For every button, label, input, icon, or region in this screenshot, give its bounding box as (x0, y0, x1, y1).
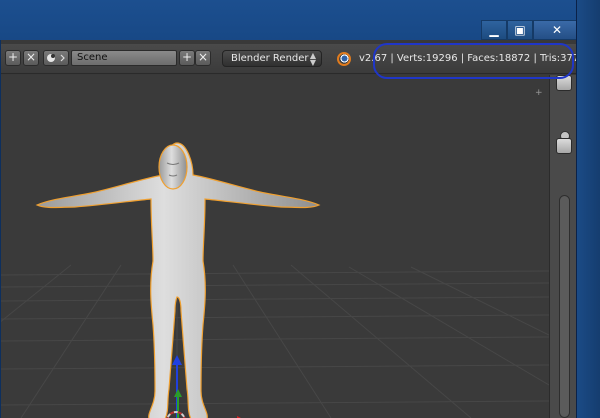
close-icon: ✕ (551, 23, 563, 37)
scene-name-field[interactable]: Scene (71, 50, 177, 66)
maximize-button[interactable]: ▣ (507, 20, 533, 40)
scene-icon (47, 54, 65, 62)
remove-screen-button[interactable]: × (23, 50, 39, 66)
add-scene-button[interactable]: + (179, 50, 195, 66)
blender-logo-icon (337, 52, 351, 66)
minimize-button[interactable]: ▁ (481, 20, 507, 40)
add-region-icon[interactable]: + (535, 88, 543, 98)
updown-arrows-icon: ▲ ▼ (309, 51, 316, 67)
3d-viewport[interactable] (1, 75, 549, 418)
viewport-canvas[interactable] (1, 75, 549, 418)
blender-window: + × Scene + × Blender Render ▲ ▼ v2.67 | … (0, 40, 592, 418)
properties-side-panel (549, 75, 577, 418)
minimize-icon: ▁ (489, 23, 499, 37)
render-engine-label: Blender Render (231, 53, 309, 64)
maximize-icon: ▣ (514, 23, 526, 37)
remove-scene-button[interactable]: × (195, 50, 211, 66)
scene-selector-button[interactable] (43, 50, 69, 66)
render-engine-select[interactable]: Blender Render ▲ ▼ (222, 50, 322, 67)
desktop-edge (576, 0, 600, 418)
stats-annotation-circle (373, 43, 574, 79)
side-scrollbar[interactable] (559, 195, 570, 418)
properties-icon[interactable] (556, 138, 572, 154)
close-button[interactable]: ✕ (533, 20, 581, 40)
add-screen-button[interactable]: + (5, 50, 21, 66)
window-controls: ▁ ▣ ✕ (481, 20, 581, 40)
